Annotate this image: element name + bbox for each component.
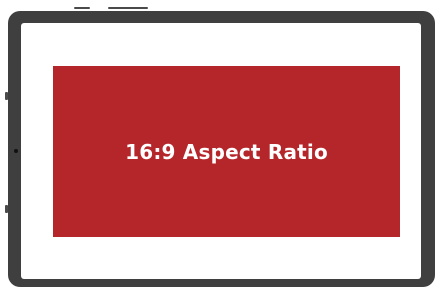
tablet-top-button <box>108 7 148 9</box>
camera-icon <box>14 149 18 153</box>
tablet-top-button <box>74 7 90 9</box>
tablet-screen: 16:9 Aspect Ratio <box>21 23 421 279</box>
tablet-frame: 16:9 Aspect Ratio <box>8 11 435 287</box>
illustration-stage: 16:9 Aspect Ratio <box>0 0 439 291</box>
aspect-ratio-label: 16:9 Aspect Ratio <box>125 139 328 164</box>
aspect-ratio-box: 16:9 Aspect Ratio <box>53 66 400 237</box>
